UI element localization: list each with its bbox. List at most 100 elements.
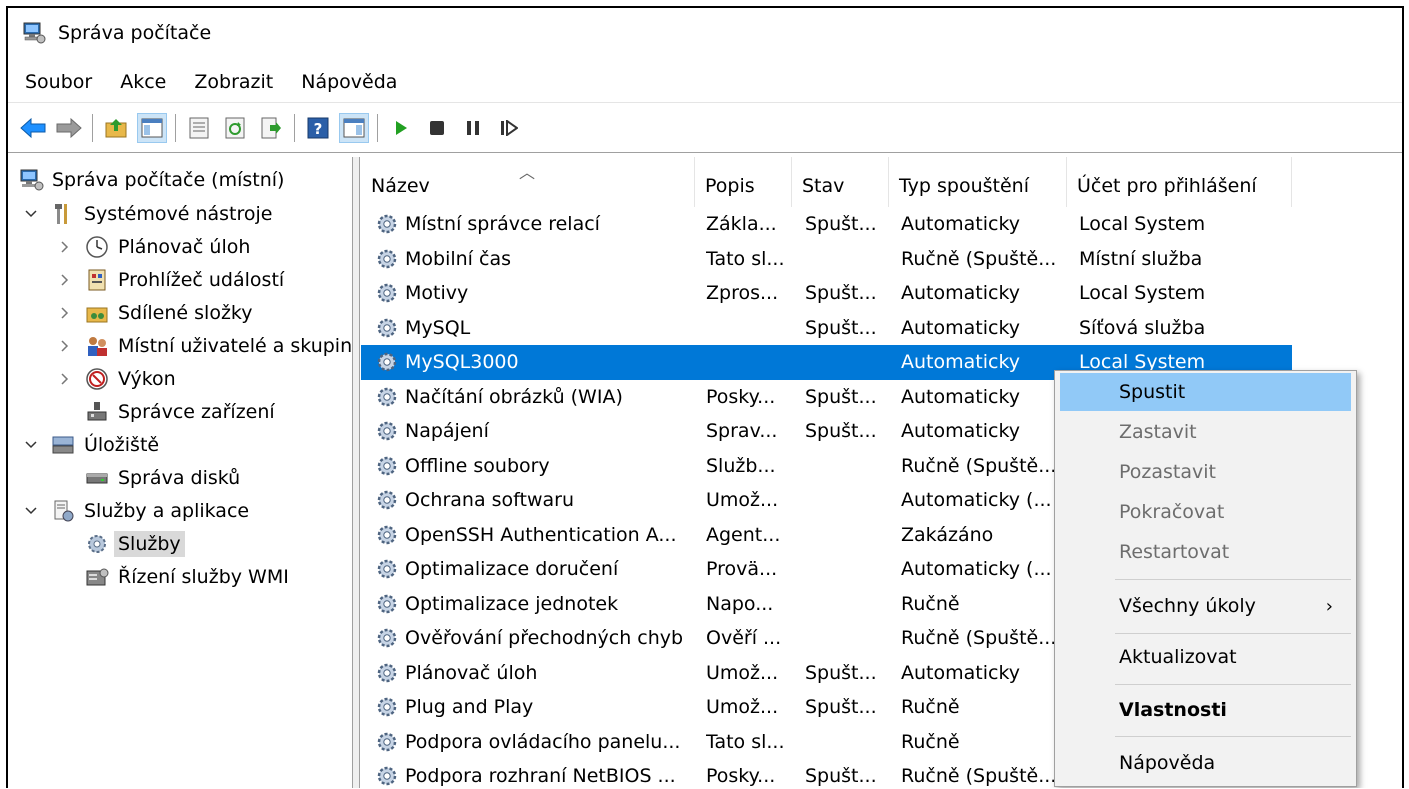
column-header-logon[interactable]: Účet pro přihlášení xyxy=(1067,157,1292,207)
wmi-control-icon xyxy=(86,568,109,586)
help-icon[interactable]: ? xyxy=(303,113,333,143)
column-header-description[interactable]: Popis xyxy=(695,157,792,207)
cell-text: Ručně (Spuště... xyxy=(901,627,1057,650)
chevron-right-icon[interactable] xyxy=(56,304,74,322)
back-icon[interactable] xyxy=(18,113,48,143)
column-header-startup-type[interactable]: Typ spouštění xyxy=(889,157,1067,207)
chevron-right-icon[interactable] xyxy=(56,271,74,289)
menu-item-restart: Restartovat xyxy=(1060,533,1351,571)
chevron-down-icon[interactable] xyxy=(22,502,40,520)
tree-item-computer-management[interactable]: Správa počítače (místní) xyxy=(18,164,284,196)
service-startup-type: Automaticky (... xyxy=(901,552,1065,587)
menu-item-help[interactable]: Nápověda xyxy=(1060,744,1351,782)
table-row[interactable]: Motivy Zpros... Spušt... Automaticky Local S… xyxy=(361,276,1402,311)
table-row[interactable]: MySQL Spušt... Automaticky Síťová služba xyxy=(361,311,1402,346)
tree-item-storage[interactable]: Úložiště xyxy=(22,429,159,461)
stop-service-icon[interactable] xyxy=(422,113,452,143)
menu-item-label: Zastavit xyxy=(1119,421,1197,443)
tree-item-services-apps[interactable]: Služby a aplikace xyxy=(22,495,249,527)
storage-icon xyxy=(52,436,74,454)
service-status xyxy=(805,518,887,553)
pane-splitter[interactable] xyxy=(352,157,360,788)
menu-item-refresh[interactable]: Aktualizovat xyxy=(1060,638,1351,676)
service-description: Umož... xyxy=(706,483,790,518)
menu-action[interactable]: Akce xyxy=(120,71,166,93)
menu-view[interactable]: Zobrazit xyxy=(194,71,273,93)
column-header-label: Účet pro přihlášení xyxy=(1077,175,1257,197)
cell-text: Plug and Play xyxy=(405,696,534,719)
cell-text: Podpora ovládacího panelu... xyxy=(405,730,681,753)
service-name: Místní správce relací xyxy=(375,207,693,242)
chevron-right-icon[interactable] xyxy=(56,238,74,256)
menu-item-start[interactable]: Spustit xyxy=(1060,373,1351,411)
table-row[interactable]: Místní správce relací Zákla... Spušt... Aut… xyxy=(361,207,1402,242)
chevron-down-icon[interactable] xyxy=(22,205,40,223)
menu-item-properties[interactable]: Vlastnosti xyxy=(1060,691,1351,729)
tree-item-services[interactable]: Služby xyxy=(84,528,185,560)
properties-icon[interactable] xyxy=(184,113,214,143)
cell-text: MySQL xyxy=(405,316,471,339)
performance-icon xyxy=(86,368,108,390)
tree-item-system-tools[interactable]: Systémové nástroje xyxy=(22,198,272,230)
service-status xyxy=(805,587,887,622)
cell-text: Automaticky xyxy=(901,282,1021,305)
cell-text: Spušt... xyxy=(805,420,877,443)
cell-text: Ručně xyxy=(901,730,960,753)
toolbar-divider xyxy=(8,152,1402,153)
column-header-label: Popis xyxy=(705,175,755,197)
chevron-down-icon[interactable] xyxy=(22,436,40,454)
tree-item-label: Systémové nástroje xyxy=(84,203,273,225)
show-hide-tree-icon[interactable] xyxy=(137,112,167,143)
forward-icon[interactable] xyxy=(54,113,84,143)
service-name: Načítání obrázků (WIA) xyxy=(375,380,693,415)
show-hide-action-pane-icon[interactable] xyxy=(339,112,369,143)
tree-item-label: Plánovač úloh xyxy=(118,236,251,258)
service-status: Spušt... xyxy=(805,414,887,449)
menu-help[interactable]: Nápověda xyxy=(301,71,397,93)
chevron-right-icon[interactable] xyxy=(56,337,74,355)
service-description: Agent... xyxy=(706,518,790,553)
chevron-right-icon[interactable] xyxy=(56,370,74,388)
toolbar: ? xyxy=(8,102,1402,152)
up-folder-icon[interactable] xyxy=(101,113,131,143)
pause-service-icon[interactable] xyxy=(458,113,488,143)
tree-item-label: Správce zařízení xyxy=(118,401,275,423)
service-startup-type: Automaticky (... xyxy=(901,483,1065,518)
tree-item-label: Služby a aplikace xyxy=(84,500,250,522)
column-header-status[interactable]: Stav xyxy=(792,157,889,207)
cell-text: Ověří ... xyxy=(706,627,782,650)
tree-item-disk-management[interactable]: Správa disků xyxy=(84,462,240,494)
toolbar-separator xyxy=(294,113,295,142)
table-row[interactable]: Mobilní čas Tato sl... Ručně (Spuště... Mís… xyxy=(361,242,1402,277)
tree-item-performance[interactable]: Výkon xyxy=(56,363,176,395)
tree-item-event-viewer[interactable]: Prohlížeč událostí xyxy=(56,264,284,296)
cell-text: MySQL3000 xyxy=(405,351,519,374)
column-header-name[interactable]: Název ︿ xyxy=(361,157,695,207)
resume-service-icon[interactable] xyxy=(494,113,524,143)
tree-item-shared-folders[interactable]: Sdílené složky xyxy=(56,297,252,329)
menu-item-all-tasks[interactable]: Všechny úkoly › xyxy=(1060,587,1351,625)
cell-text: Spušt... xyxy=(805,316,877,339)
export-list-icon[interactable] xyxy=(256,113,286,143)
tree-item-local-users[interactable]: Místní uživatelé a skupin xyxy=(56,330,352,362)
menu-item-resume: Pokračovat xyxy=(1060,493,1351,531)
service-startup-type: Ručně xyxy=(901,690,1065,725)
tree-item-device-manager[interactable]: Správce zařízení xyxy=(84,396,275,428)
service-status: Spušt... xyxy=(805,656,887,691)
cell-text: Spušt... xyxy=(805,765,877,788)
start-service-icon[interactable] xyxy=(386,113,416,143)
cell-text: Optimalizace jednotek xyxy=(405,592,619,615)
column-header-label: Typ spouštění xyxy=(899,175,1029,197)
tree-item-wmi-control[interactable]: Řízení služby WMI xyxy=(84,561,289,593)
service-name: Motivy xyxy=(375,276,693,311)
menu-separator xyxy=(1115,579,1351,580)
cell-text: Mobilní čas xyxy=(405,247,511,270)
cell-text: Napo... xyxy=(706,592,774,615)
menu-file[interactable]: Soubor xyxy=(25,71,92,93)
window: Správa počítače Soubor Akce Zobrazit Náp… xyxy=(6,6,1404,788)
tree-item-task-scheduler[interactable]: Plánovač úloh xyxy=(56,231,250,263)
refresh-icon[interactable] xyxy=(220,113,250,143)
service-status: Spušt... xyxy=(805,690,887,725)
service-description: Tato sl... xyxy=(706,725,790,760)
cell-text: Offline soubory xyxy=(405,454,550,477)
